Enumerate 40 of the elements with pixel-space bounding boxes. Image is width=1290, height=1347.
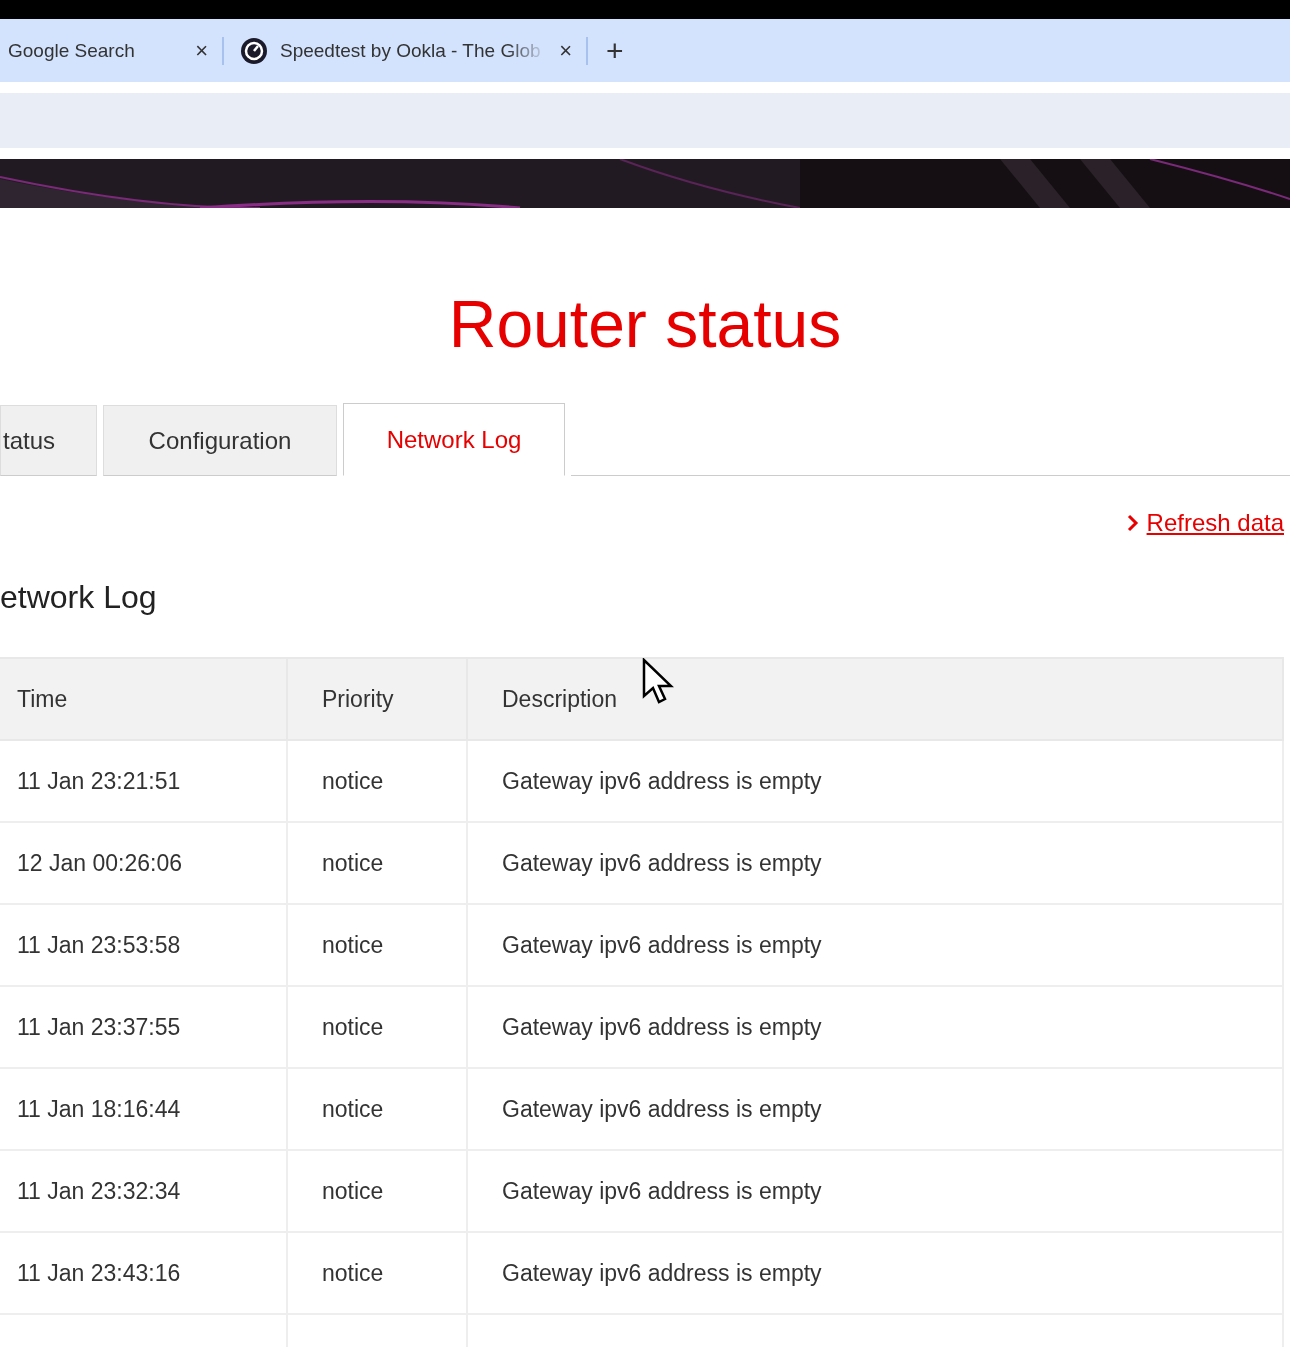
- table-cell: Gateway ipv6 address is empty: [467, 740, 1283, 822]
- gauge-icon: [240, 36, 268, 65]
- column-header: Description: [467, 658, 1283, 740]
- table-cell: Gateway ipv6 address is empty: [467, 904, 1283, 986]
- table-cell: Gateway ipv6 address is empty: [467, 1150, 1283, 1232]
- table-cell: notice: [287, 740, 467, 822]
- tab[interactable]: tatus: [0, 405, 97, 476]
- table-cell: Gateway ipv6 address is empty: [467, 822, 1283, 904]
- browser-tab[interactable]: Google Search ×: [0, 19, 222, 82]
- tab[interactable]: Network Log: [343, 403, 565, 476]
- column-header: Priority: [287, 658, 467, 740]
- table-cell: Gateway ipv6 address is empty: [467, 1232, 1283, 1314]
- page-title: Router status: [447, 286, 843, 363]
- table-cell: notice: [287, 1068, 467, 1150]
- cursor-icon: [642, 658, 674, 706]
- chevron-icon: [1126, 514, 1139, 532]
- close-button[interactable]: ×: [559, 37, 572, 64]
- column-header: Time: [0, 658, 287, 740]
- table-cell: notice: [287, 1150, 467, 1232]
- table-cell: 12 Jan 00:26:06: [0, 822, 287, 904]
- tab[interactable]: Configuration: [103, 405, 337, 476]
- new-tab-button[interactable]: +: [606, 33, 624, 68]
- section-heading: etwork Log: [0, 578, 158, 617]
- tab-title: Google Search: [8, 39, 136, 62]
- tab-title: Speedtest by Ookla - The Glob: [280, 39, 542, 62]
- table-cell: notice: [287, 904, 467, 986]
- browser-tab[interactable]: Speedtest by Ookla - The Glob ×: [224, 19, 586, 82]
- close-button[interactable]: ×: [195, 37, 208, 64]
- table-cell: 11 Jan 18:16:44: [0, 1068, 287, 1150]
- table-cell: Gateway ipv6 address is empty: [467, 986, 1283, 1068]
- table-cell: 11 Jan 23:32:34: [0, 1150, 287, 1232]
- refresh-link[interactable]: Refresh data: [1126, 509, 1284, 537]
- table-cell: Gateway ipv6 address is empty: [467, 1068, 1283, 1150]
- table-cell: notice: [287, 986, 467, 1068]
- table-cell: 11 Jan 23:21:51: [0, 740, 287, 822]
- table-cell: 11 Jan 23:37:55: [0, 986, 287, 1068]
- table-cell: 11 Jan 23:53:58: [0, 904, 287, 986]
- table-cell: 11 Jan 23:43:16: [0, 1232, 287, 1314]
- table-cell: notice: [287, 1232, 467, 1314]
- table-cell: notice: [287, 822, 467, 904]
